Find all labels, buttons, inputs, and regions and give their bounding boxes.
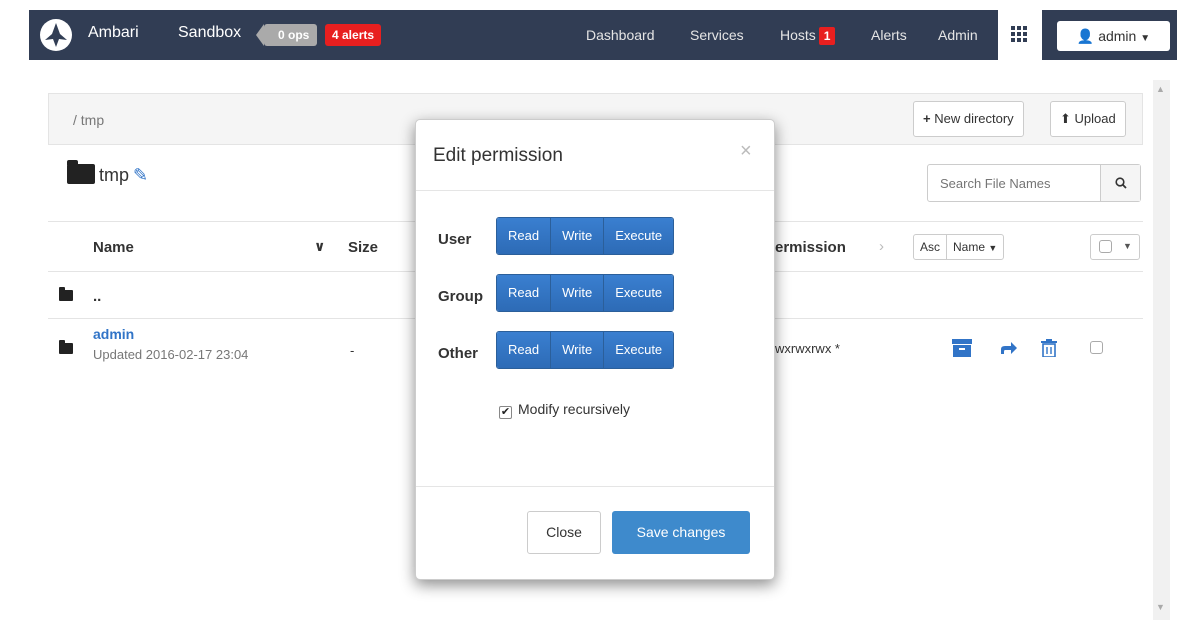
group-permission-group: Read Write Execute	[496, 274, 675, 312]
modal-header-divider	[416, 190, 774, 191]
user-write-button[interactable]: Write	[551, 218, 605, 254]
modal-footer-divider	[416, 486, 774, 487]
other-permission-group: Read Write Execute	[496, 331, 675, 369]
close-icon[interactable]: ×	[740, 140, 752, 163]
user-permission-group: Read Write Execute	[496, 217, 675, 255]
modify-recursively-label: Modify recursively	[518, 401, 631, 417]
other-execute-button[interactable]: Execute	[604, 332, 674, 368]
group-label: Group	[438, 288, 483, 305]
close-button[interactable]: Close	[527, 511, 601, 554]
group-write-button[interactable]: Write	[551, 275, 605, 311]
edit-permission-modal: Edit permission × User Read Write Execut…	[415, 119, 775, 580]
modal-title: Edit permission	[433, 145, 563, 166]
other-write-button[interactable]: Write	[551, 332, 605, 368]
other-read-button[interactable]: Read	[497, 332, 552, 368]
group-read-button[interactable]: Read	[497, 275, 552, 311]
group-execute-button[interactable]: Execute	[604, 275, 674, 311]
user-execute-button[interactable]: Execute	[604, 218, 674, 254]
user-read-button[interactable]: Read	[497, 218, 552, 254]
modify-recursively-option[interactable]: ✔ Modify recursively	[499, 401, 630, 419]
other-label: Other	[438, 345, 479, 362]
modify-recursively-checkbox[interactable]: ✔	[499, 406, 512, 419]
save-changes-button[interactable]: Save changes	[612, 511, 750, 554]
user-label: User	[438, 231, 472, 248]
